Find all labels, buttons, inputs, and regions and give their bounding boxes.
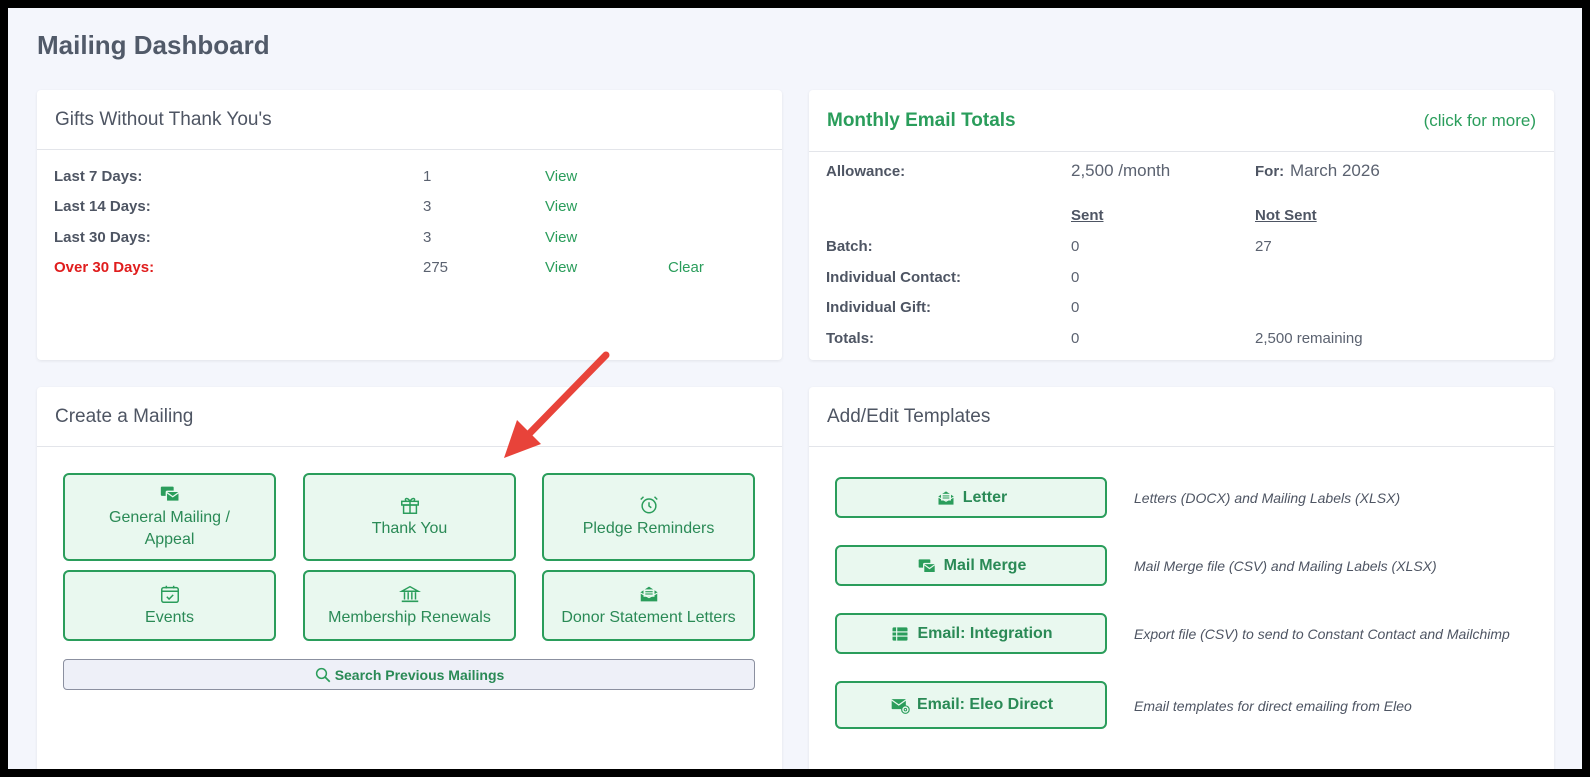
gifts-row-label-overdue: Over 30 Days:	[54, 259, 155, 276]
template-email-integration-label: Email: Integration	[917, 624, 1053, 642]
template-mail-merge-label: Mail Merge	[943, 556, 1027, 574]
envelope-at-icon	[891, 699, 910, 714]
template-letter-description: Letters (DOCX) and Mailing Labels (XLSX)	[1134, 490, 1401, 506]
bank-icon	[398, 585, 421, 602]
envelope-open-icon	[639, 586, 658, 601]
for-label: For:	[1255, 163, 1285, 180]
gifts-row-count: 3	[423, 229, 432, 246]
gifts-row-label: Last 7 Days:	[54, 168, 143, 185]
templates-title: Add/Edit Templates	[827, 405, 991, 427]
col-sent-header: Sent	[1071, 207, 1104, 224]
email-row-label: Individual Contact:	[826, 269, 961, 286]
thank-you-label: Thank You	[371, 520, 448, 537]
list-table-icon	[892, 626, 908, 641]
email-row-label: Totals:	[826, 330, 875, 347]
membership-renewals-label: Membership Renewals	[328, 608, 491, 626]
allowance-value: 2,500 /month	[1071, 161, 1171, 180]
email-totals-header[interactable]: Monthly Email Totals (click for more)	[809, 90, 1554, 152]
gifts-row-label: Last 30 Days:	[54, 229, 151, 246]
click-for-more-link[interactable]: (click for more)	[1424, 111, 1536, 131]
events-label: Events	[145, 608, 194, 626]
email-row-sent: 0	[1071, 238, 1080, 255]
gift-icon	[400, 497, 419, 514]
template-email-eleo-direct-description: Email templates for direct emailing from…	[1134, 698, 1412, 714]
email-totals-title[interactable]: Monthly Email Totals	[827, 110, 1016, 132]
pledge-reminders-button[interactable]: Pledge Reminders	[542, 473, 755, 561]
email-row-sent: 0	[1071, 330, 1080, 347]
gifts-clear-link[interactable]: Clear	[668, 259, 704, 276]
template-email-eleo-direct-label: Email: Eleo Direct	[916, 696, 1054, 713]
create-mailing-title: Create a Mailing	[55, 405, 194, 427]
email-row-not-sent: 2,500 remaining	[1255, 330, 1363, 347]
gifts-row-label: Last 14 Days:	[54, 198, 151, 215]
calendar-check-icon	[160, 585, 179, 603]
template-email-integration-button[interactable]: Email: Integration	[835, 613, 1107, 654]
template-email-integration-description: Export file (CSV) to send to Constant Co…	[1134, 626, 1510, 642]
events-button[interactable]: Events	[63, 570, 276, 641]
email-row-sent: 0	[1071, 299, 1080, 316]
gifts-view-link[interactable]: View	[545, 229, 577, 246]
app-frame: Mailing Dashboard Gifts Without Thank Yo…	[8, 8, 1582, 769]
gifts-card: Gifts Without Thank You's Last 7 Days: 1…	[37, 90, 782, 360]
template-mail-merge-description: Mail Merge file (CSV) and Mailing Labels…	[1134, 558, 1437, 574]
email-row-sent: 0	[1071, 269, 1080, 286]
email-totals-card: Monthly Email Totals (click for more) Al…	[809, 90, 1554, 360]
allowance-label: Allowance:	[826, 163, 906, 180]
gifts-card-title: Gifts Without Thank You's	[55, 108, 272, 130]
alarm-clock-icon	[639, 496, 658, 514]
search-previous-mailings-button[interactable]: Search Previous Mailings	[63, 659, 755, 690]
template-mail-merge-button[interactable]: Mail Merge	[835, 545, 1107, 586]
envelope-open-icon	[938, 490, 954, 505]
page-title: Mailing Dashboard	[37, 30, 270, 60]
gifts-card-header: Gifts Without Thank You's	[37, 90, 782, 150]
mail-stack-icon	[160, 486, 180, 503]
for-value: March 2026	[1290, 161, 1380, 180]
donor-statement-letters-button[interactable]: Donor Statement Letters	[542, 570, 755, 641]
pledge-reminders-label: Pledge Reminders	[582, 520, 715, 537]
template-letter-label: Letter	[962, 488, 1008, 506]
thank-you-button[interactable]: Thank You	[303, 473, 516, 561]
search-icon	[315, 667, 331, 682]
general-mailing-label: General Mailing / Appeal	[109, 509, 230, 548]
email-row-not-sent: 27	[1255, 238, 1272, 255]
template-letter-button[interactable]: Letter	[835, 477, 1107, 518]
email-row-label: Individual Gift:	[826, 299, 931, 316]
gifts-view-link[interactable]: View	[545, 168, 577, 185]
search-previous-mailings-label: Search Previous Mailings	[334, 666, 505, 683]
templates-card: Add/Edit Templates Letter Letters (DOCX)…	[809, 387, 1554, 769]
col-not-sent-header: Not Sent	[1255, 207, 1317, 224]
mail-stack-icon	[918, 558, 936, 573]
gifts-row-count: 3	[423, 198, 432, 215]
donor-statement-letters-label: Donor Statement Letters	[561, 608, 736, 626]
template-email-eleo-direct-button[interactable]: Email: Eleo Direct	[835, 681, 1107, 729]
gifts-row-count: 275	[423, 259, 449, 276]
general-mailing-button[interactable]: General Mailing / Appeal	[63, 473, 276, 561]
gifts-view-link[interactable]: View	[545, 259, 577, 276]
gifts-view-link[interactable]: View	[545, 198, 577, 215]
create-mailing-header: Create a Mailing	[37, 387, 782, 447]
templates-header: Add/Edit Templates	[809, 387, 1554, 447]
email-row-label: Batch:	[826, 238, 873, 255]
membership-renewals-button[interactable]: Membership Renewals	[303, 570, 516, 641]
gifts-row-count: 1	[423, 168, 432, 185]
create-mailing-card: Create a Mailing General Mailing / Appea…	[37, 387, 782, 769]
